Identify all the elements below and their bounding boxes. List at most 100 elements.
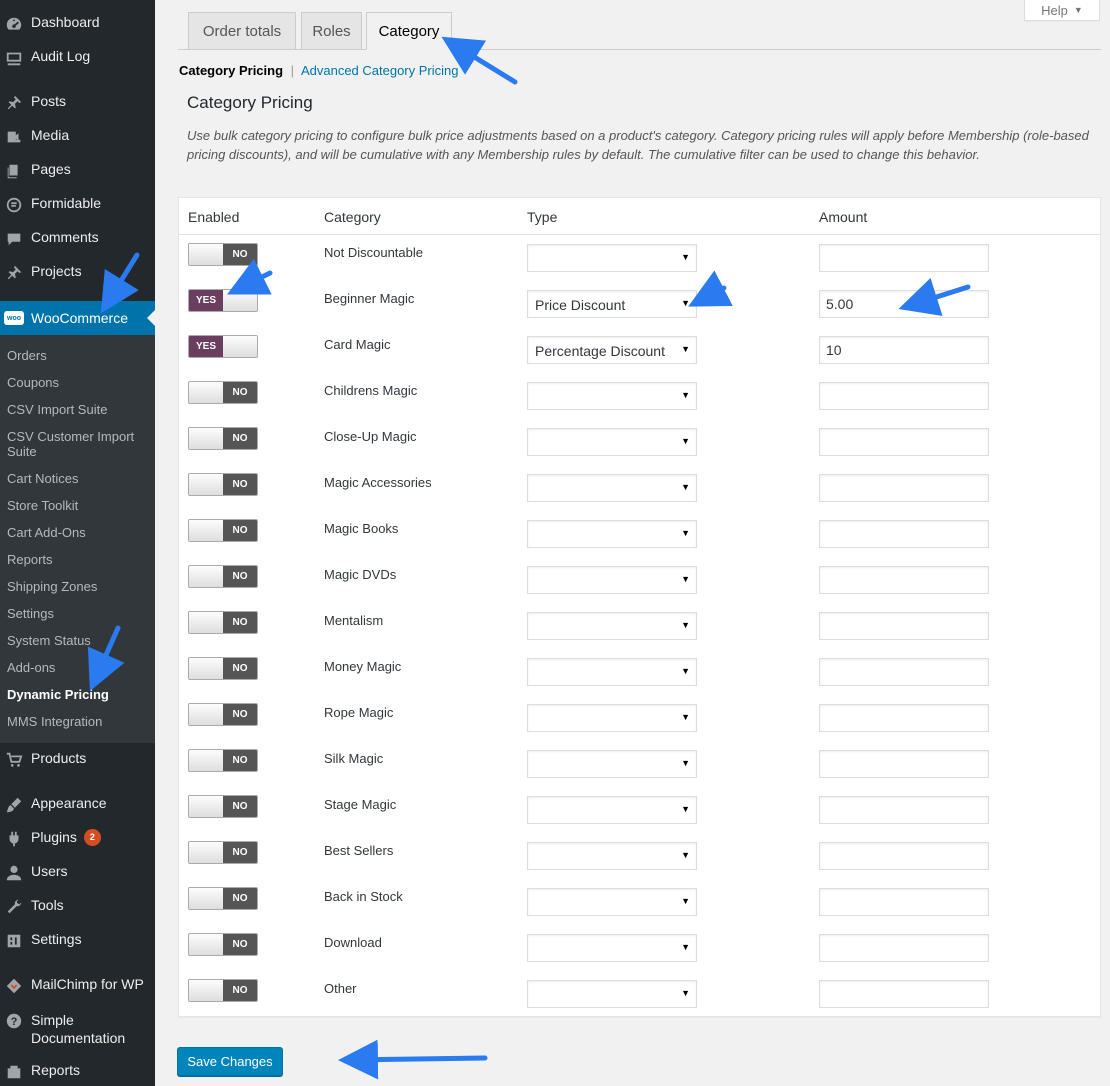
menu-item-comments[interactable]: Comments (0, 222, 155, 256)
enabled-toggle[interactable]: NO (188, 427, 258, 450)
type-select[interactable]: ▼ (527, 474, 697, 502)
submenu-item-mms-integration[interactable]: MMS Integration (7, 714, 152, 729)
tab-order-totals[interactable]: Order totals (188, 12, 296, 50)
header-type: Type (527, 209, 558, 225)
menu-item-posts[interactable]: Posts (0, 86, 155, 120)
amount-input[interactable] (819, 888, 989, 916)
enabled-toggle[interactable]: NO (188, 749, 258, 772)
table-row: NO Magic DVDs ▼ (179, 557, 1100, 603)
arrow-to-save-button (338, 1039, 488, 1080)
amount-input[interactable] (819, 244, 989, 272)
enabled-toggle[interactable]: NO (188, 841, 258, 864)
menu-item-tools[interactable]: Tools (0, 897, 155, 917)
submenu-item-shipping-zones[interactable]: Shipping Zones (7, 579, 152, 594)
enabled-toggle[interactable]: NO (188, 795, 258, 818)
amount-input[interactable] (819, 382, 989, 410)
amount-input[interactable] (819, 704, 989, 732)
submenu-item-cart-add-ons[interactable]: Cart Add-Ons (7, 525, 152, 540)
enabled-toggle[interactable]: NO (188, 887, 258, 910)
submenu-item-dynamic-pricing[interactable]: Dynamic Pricing (7, 687, 152, 702)
menu-item-projects[interactable]: Projects (0, 256, 155, 290)
tab-category[interactable]: Category (366, 12, 452, 50)
amount-input[interactable] (819, 658, 989, 686)
enabled-toggle[interactable]: NO (188, 703, 258, 726)
type-select[interactable]: ▼ (527, 704, 697, 732)
category-label: Back in Stock (324, 889, 403, 904)
menu-item-formidable[interactable]: Formidable (0, 188, 155, 222)
enabled-toggle[interactable]: NO (188, 657, 258, 680)
menu-item-woocommerce[interactable]: woo WooCommerce (0, 301, 155, 335)
amount-input[interactable] (819, 934, 989, 962)
amount-input[interactable] (819, 566, 989, 594)
submenu-item-settings[interactable]: Settings (7, 606, 152, 621)
amount-input[interactable] (819, 750, 989, 778)
type-select[interactable]: ▼ (527, 612, 697, 640)
tab-roles[interactable]: Roles (301, 12, 362, 50)
menu-item-media[interactable]: Media (0, 120, 155, 154)
menu-item-mailchimp-for-wp[interactable]: MailChimp for WP (0, 976, 155, 996)
enabled-toggle[interactable]: YES (188, 335, 258, 358)
table-header: Enabled Category Type Amount (179, 198, 1100, 235)
type-select[interactable]: Price Discount ▼ (527, 290, 697, 318)
amount-input[interactable] (819, 796, 989, 824)
type-select[interactable]: ▼ (527, 382, 697, 410)
type-select[interactable]: ▼ (527, 750, 697, 778)
enabled-toggle[interactable]: YES (188, 289, 258, 312)
enabled-toggle[interactable]: NO (188, 243, 258, 266)
enabled-toggle[interactable]: NO (188, 381, 258, 404)
menu-item-products[interactable]: Products (0, 750, 155, 770)
amount-input[interactable] (819, 520, 989, 548)
submenu-item-coupons[interactable]: Coupons (7, 375, 152, 390)
menu-item-audit-log[interactable]: Audit Log (0, 41, 155, 75)
type-select[interactable]: ▼ (527, 934, 697, 962)
type-select[interactable]: ▼ (527, 566, 697, 594)
toggle-knob (189, 980, 223, 1001)
submenu-item-orders[interactable]: Orders (7, 348, 152, 363)
menu-item-simple-documentation[interactable]: ? Simple Documentation (0, 1011, 155, 1047)
amount-input[interactable] (819, 980, 989, 1008)
enabled-toggle[interactable]: NO (188, 979, 258, 1002)
amount-input[interactable] (819, 336, 989, 364)
submenu-item-add-ons[interactable]: Add-ons (7, 660, 152, 675)
submenu-item-reports[interactable]: Reports (7, 552, 152, 567)
submenu-item-csv-import-suite[interactable]: CSV Import Suite (7, 402, 152, 417)
type-select[interactable]: ▼ (527, 842, 697, 870)
menu-item-users[interactable]: Users (0, 863, 155, 883)
table-row: NO Childrens Magic ▼ (179, 373, 1100, 419)
amount-input[interactable] (819, 428, 989, 456)
menu-item-plugins[interactable]: Plugins 2 (0, 829, 155, 849)
type-select[interactable]: ▼ (527, 888, 697, 916)
enabled-toggle[interactable]: NO (188, 933, 258, 956)
type-select[interactable]: ▼ (527, 980, 697, 1008)
subnav-advanced-link[interactable]: Advanced Category Pricing (301, 63, 459, 78)
amount-input[interactable] (819, 474, 989, 502)
enabled-toggle[interactable]: NO (188, 565, 258, 588)
menu-item-dashboard[interactable]: Dashboard (0, 7, 155, 41)
menu-item-appearance[interactable]: Appearance (0, 795, 155, 815)
enabled-toggle[interactable]: NO (188, 519, 258, 542)
menu-item-pages[interactable]: Pages (0, 154, 155, 188)
toggle-state-label: NO (223, 704, 257, 725)
enabled-toggle[interactable]: NO (188, 473, 258, 496)
amount-input[interactable] (819, 290, 989, 318)
submenu-item-csv-customer-import-suite[interactable]: CSV Customer Import Suite (7, 429, 152, 459)
menu-item-settings[interactable]: Settings (0, 931, 155, 951)
submenu-item-system-status[interactable]: System Status (7, 633, 152, 648)
amount-input[interactable] (819, 842, 989, 870)
toggle-knob (189, 566, 223, 587)
type-select[interactable]: Percentage Discount ▼ (527, 336, 697, 364)
save-changes-button[interactable]: Save Changes (177, 1047, 283, 1076)
help-tab-button[interactable]: Help ▼ (1024, 0, 1100, 21)
type-select[interactable]: ▼ (527, 796, 697, 824)
toggle-knob (189, 842, 223, 863)
type-select[interactable]: ▼ (527, 244, 697, 272)
category-label: Download (324, 935, 382, 950)
menu-item-reports[interactable]: Reports (0, 1062, 155, 1082)
enabled-toggle[interactable]: NO (188, 611, 258, 634)
submenu-item-store-toolkit[interactable]: Store Toolkit (7, 498, 152, 513)
amount-input[interactable] (819, 612, 989, 640)
type-select[interactable]: ▼ (527, 520, 697, 548)
type-select[interactable]: ▼ (527, 658, 697, 686)
type-select[interactable]: ▼ (527, 428, 697, 456)
submenu-item-cart-notices[interactable]: Cart Notices (7, 471, 152, 486)
